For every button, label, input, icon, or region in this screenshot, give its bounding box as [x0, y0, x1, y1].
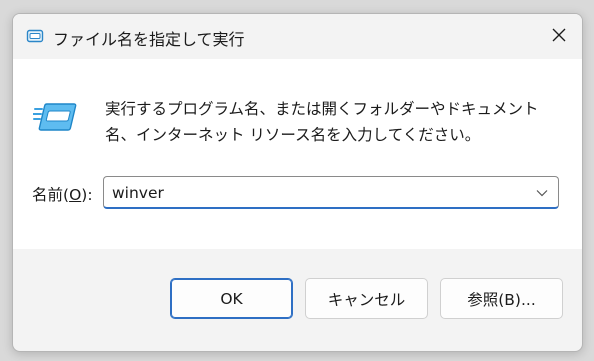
ok-button[interactable]: OK: [170, 278, 293, 319]
title-bar: ファイル名を指定して実行: [13, 14, 582, 59]
window-title: ファイル名を指定して実行: [53, 30, 245, 49]
browse-button[interactable]: 参照(B)...: [440, 278, 563, 319]
cancel-button[interactable]: キャンセル: [305, 278, 428, 319]
content-area: 実行するプログラム名、または開くフォルダーやドキュメント名、インターネット リソ…: [13, 59, 582, 249]
run-icon: [26, 28, 44, 43]
run-icon: [32, 101, 77, 133]
close-icon: [551, 27, 567, 47]
chevron-down-icon[interactable]: [532, 183, 552, 203]
name-label: 名前(O):: [32, 186, 93, 204]
close-button[interactable]: [536, 14, 582, 59]
description-text: 実行するプログラム名、または開くフォルダーやドキュメント名、インターネット リソ…: [105, 100, 539, 144]
run-dialog: ファイル名を指定して実行 実行するプログラム名、または開くフォルダーやドキュメン…: [12, 13, 583, 352]
name-input[interactable]: [112, 182, 512, 204]
name-combobox[interactable]: [103, 176, 559, 209]
